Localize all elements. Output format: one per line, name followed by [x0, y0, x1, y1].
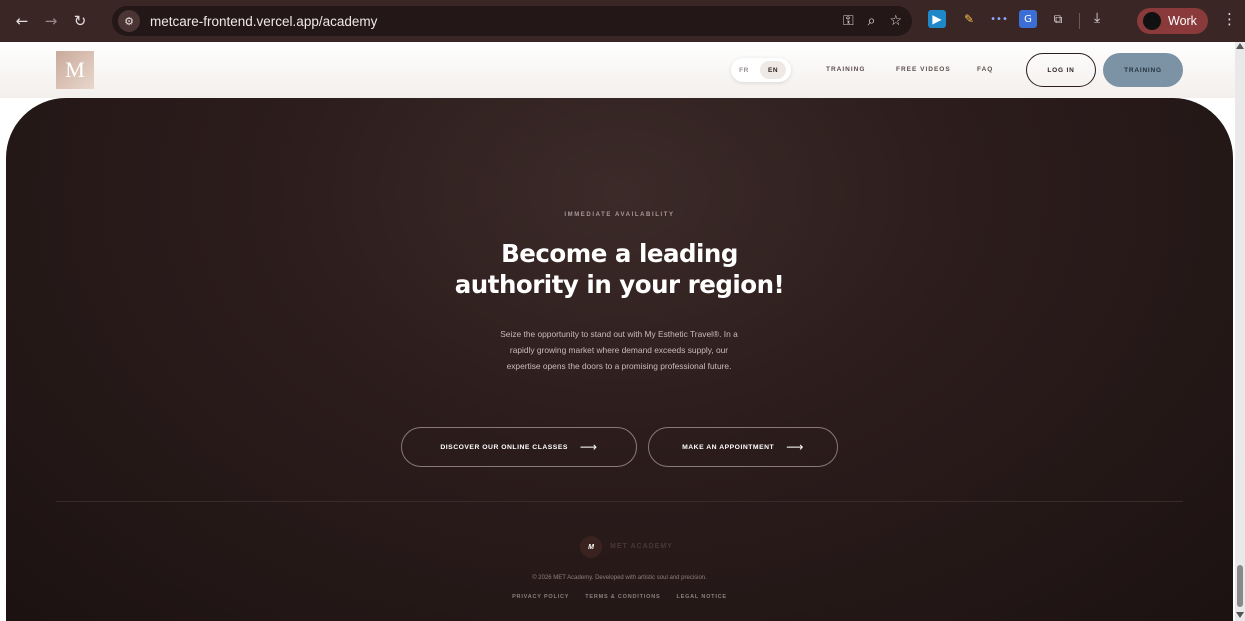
footer-links: PRIVACY POLICY TERMS & CONDITIONS LEGAL … [6, 594, 1233, 600]
bookmark-star-icon[interactable]: ☆ [889, 13, 902, 29]
hero-title-line-1: Become a leading [501, 239, 738, 268]
extension-pencil-icon[interactable]: ✎ [960, 10, 978, 28]
url-text[interactable]: metcare-frontend.vercel.app/academy [150, 14, 377, 29]
lang-en-option[interactable]: EN [760, 61, 786, 79]
language-switch[interactable]: FR EN [731, 58, 791, 82]
make-appointment-button[interactable]: MAKE AN APPOINTMENT ⟶ [648, 427, 838, 467]
login-button[interactable]: LOG IN [1026, 53, 1096, 87]
avatar [1143, 12, 1161, 30]
terms-conditions-link[interactable]: TERMS & CONDITIONS [585, 594, 660, 600]
copyright-text: © 2026 MET Academy. Developed with artis… [532, 575, 707, 581]
scroll-up-arrow-icon[interactable] [1236, 43, 1244, 49]
extensions-puzzle-icon[interactable]: ⧉ [1049, 10, 1067, 28]
footer-logo[interactable]: M [580, 536, 602, 558]
site-logo[interactable]: M [56, 51, 94, 89]
page-scrollbar[interactable] [1235, 42, 1245, 621]
hero-title: Become a leading authority in your regio… [6, 238, 1233, 300]
browser-toolbar: ← → ↻ ⚙ metcare-frontend.vercel.app/acad… [0, 0, 1245, 42]
footer-divider [56, 501, 1183, 502]
zoom-icon[interactable]: ⌕ [868, 13, 876, 29]
address-bar[interactable]: ⚙ metcare-frontend.vercel.app/academy ⚿ … [112, 6, 912, 36]
reload-icon[interactable]: ↻ [67, 8, 93, 34]
forward-icon[interactable]: → [38, 8, 64, 34]
back-icon[interactable]: ← [9, 8, 35, 34]
privacy-policy-link[interactable]: PRIVACY POLICY [512, 594, 569, 600]
profile-button[interactable]: Work [1137, 8, 1208, 34]
training-button[interactable]: TRAINING [1103, 53, 1183, 87]
nav-faq-link[interactable]: FAQ [977, 66, 993, 73]
arrow-right-icon: ⟶ [786, 440, 804, 454]
site-info-icon[interactable]: ⚙ [118, 10, 140, 32]
password-key-icon[interactable]: ⚿ [843, 13, 854, 29]
hero-title-line-2: authority in your region! [454, 270, 785, 299]
make-appointment-label: MAKE AN APPOINTMENT [682, 443, 775, 451]
site-header: M FR EN TRAINING FREE VIDEOS FAQ LOG IN … [0, 42, 1235, 98]
logo-letter: M [65, 57, 85, 82]
page-viewport: M FR EN TRAINING FREE VIDEOS FAQ LOG IN … [0, 42, 1245, 621]
toolbar-divider [1079, 13, 1080, 29]
lang-fr-option[interactable]: FR [731, 67, 757, 74]
hero-eyebrow: IMMEDIATE AVAILABILITY [564, 212, 675, 218]
extension-translate-icon[interactable]: G [1019, 10, 1037, 28]
arrow-right-icon: ⟶ [579, 440, 598, 454]
extension-dots-icon[interactable]: ••• [990, 10, 1008, 28]
scrollbar-thumb[interactable] [1237, 565, 1243, 607]
nav-free-videos-link[interactable]: FREE VIDEOS [896, 66, 951, 73]
download-icon[interactable]: ⤓ [1094, 10, 1100, 26]
profile-name: Work [1168, 14, 1197, 28]
footer-brand: MET ACADEMY [610, 543, 673, 550]
nav-training-link[interactable]: TRAINING [826, 66, 865, 73]
discover-classes-label: DISCOVER OUR ONLINE CLASSES [440, 443, 568, 451]
extension-icon[interactable]: ▶ [928, 10, 946, 28]
discover-classes-button[interactable]: DISCOVER OUR ONLINE CLASSES ⟶ [401, 427, 637, 467]
footer-logo-letter: M [588, 543, 594, 551]
scroll-down-arrow-icon[interactable] [1236, 612, 1244, 618]
hero-description: Seize the opportunity to stand out with … [500, 329, 738, 371]
hero-section: IMMEDIATE AVAILABILITY Become a leading … [6, 98, 1233, 621]
menu-kebab-icon[interactable]: ⋮ [1222, 10, 1237, 28]
legal-notice-link[interactable]: LEGAL NOTICE [676, 594, 726, 600]
